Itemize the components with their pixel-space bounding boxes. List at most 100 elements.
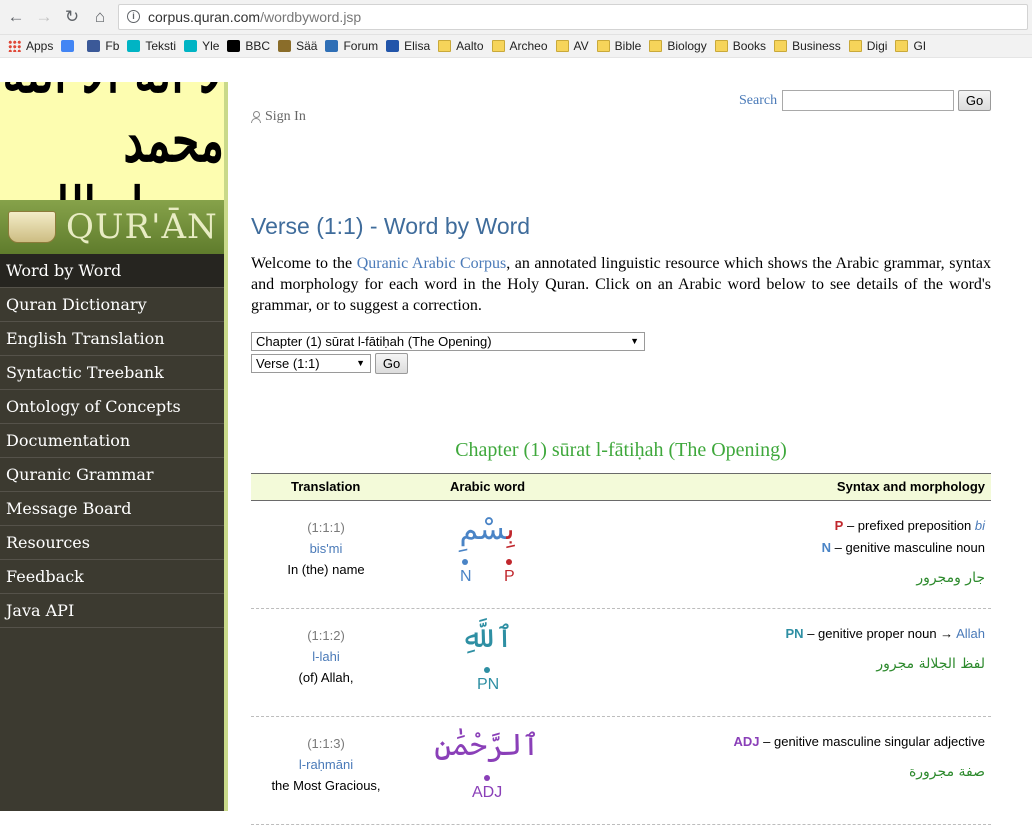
syntax-line: P – prefixed preposition bi bbox=[822, 515, 985, 537]
bookmark-label: Forum bbox=[343, 39, 379, 53]
search-input[interactable] bbox=[782, 90, 954, 111]
bookmark-label: Archeo bbox=[509, 39, 548, 53]
syntax-line: N – genitive masculine noun bbox=[822, 537, 985, 559]
sidebar-item-syntactic-treebank[interactable]: Syntactic Treebank bbox=[0, 356, 224, 390]
quranic-arabic-corpus-link[interactable]: Quranic Arabic Corpus bbox=[357, 255, 507, 272]
arabic-word[interactable]: بِسْمِ bbox=[421, 509, 553, 551]
bookmark-label: Apps bbox=[26, 39, 54, 53]
bookmark-label: GI bbox=[913, 39, 927, 53]
bbc-icon bbox=[227, 40, 241, 52]
syntax-line: PN – genitive proper noun → Allah bbox=[786, 623, 985, 645]
bookmark-label: BBC bbox=[245, 39, 271, 53]
browser-toolbar: ← → ↻ ⌂ i corpus.quran.com/wordbyword.js… bbox=[0, 0, 1032, 35]
table-row: (1:1:1) bis'mi In (the) name بِسْمِ P N P – pr… bbox=[251, 501, 991, 609]
arabic-segment: ٱللَّهِ bbox=[460, 620, 514, 655]
folder-icon bbox=[438, 40, 452, 52]
bookmark-item[interactable]: Yle bbox=[184, 35, 219, 57]
syntax-cell: PN – genitive proper noun → Allah لفظ الج… bbox=[786, 623, 985, 675]
bookmark-label: Business bbox=[792, 39, 841, 53]
pos-description: – genitive masculine singular adjective bbox=[759, 734, 985, 749]
forward-icon[interactable]: → bbox=[33, 6, 55, 28]
bookmark-item[interactable]: Archeo bbox=[491, 35, 548, 57]
segment-tag: P bbox=[504, 568, 515, 585]
arabic-word-cell[interactable]: ٱللَّهِ PN bbox=[421, 617, 553, 712]
apps-icon bbox=[8, 40, 21, 52]
bookmark-item[interactable]: AV bbox=[555, 35, 589, 57]
arabic-segment: ٱلرَّحْمَٰنِ bbox=[434, 728, 540, 763]
bookmark-item[interactable]: Fb bbox=[87, 35, 119, 57]
arabic-word[interactable]: ٱللَّهِ bbox=[421, 617, 553, 659]
sidebar-item-word-by-word[interactable]: Word by Word bbox=[0, 254, 224, 288]
page-top-gap bbox=[0, 57, 1032, 83]
bookmark-item[interactable]: GI bbox=[895, 35, 926, 57]
word-location[interactable]: (1:1:1) bbox=[251, 517, 401, 538]
info-icon[interactable]: i bbox=[127, 10, 140, 23]
home-icon[interactable]: ⌂ bbox=[89, 6, 111, 28]
folder-icon bbox=[649, 40, 663, 52]
sidebar-item-java-api[interactable]: Java API bbox=[0, 594, 224, 628]
bookmarks-bar: Apps Fb Teksti Yle BBC Sää Forum Elisa Aalto Arch… bbox=[0, 35, 1032, 57]
bookmark-item[interactable]: Digi bbox=[848, 35, 887, 57]
word-location[interactable]: (1:1:3) bbox=[251, 733, 401, 754]
reload-icon[interactable]: ↻ bbox=[61, 6, 83, 28]
sidebar-item-english-translation[interactable]: English Translation bbox=[0, 322, 224, 356]
verse-select[interactable]: Verse (1:1) ▼ bbox=[251, 354, 371, 373]
bookmark-item[interactable]: Aalto bbox=[438, 35, 484, 57]
chapter-select[interactable]: Chapter (1) sūrat l-fātiḥah (The Opening… bbox=[251, 332, 645, 351]
syntax-cell: ADJ – genitive masculine singular adject… bbox=[734, 731, 985, 783]
syntax-line: ADJ – genitive masculine singular adject… bbox=[734, 731, 985, 753]
bookmark-item[interactable]: BBC bbox=[227, 35, 270, 57]
quran-logo-text: QUR'ĀN bbox=[66, 207, 218, 247]
sidebar-item-documentation[interactable]: Documentation bbox=[0, 424, 224, 458]
intro-paragraph: Welcome to the Quranic Arabic Corpus, an… bbox=[251, 253, 991, 316]
arabic-syntax-text: لفظ الجلالة مجرور bbox=[876, 656, 985, 672]
shahada-calligraphy-banner: لا اله الا الله محمد رسول الله bbox=[0, 82, 224, 200]
bookmark-item[interactable]: Forum bbox=[325, 35, 378, 57]
url-text[interactable]: corpus.quran.com/wordbyword.jsp bbox=[148, 9, 361, 25]
lemma-link[interactable]: Allah bbox=[956, 626, 985, 641]
bookmark-label: AV bbox=[573, 39, 589, 53]
transliteration-link[interactable]: bis'mi bbox=[251, 538, 401, 559]
bookmark-item[interactable]: Elisa bbox=[386, 35, 430, 57]
bookmark-item[interactable] bbox=[61, 35, 79, 57]
transliteration-link[interactable]: l-raḥmāni bbox=[251, 754, 401, 775]
bookmark-item[interactable]: Teksti bbox=[127, 35, 176, 57]
segment-dot bbox=[462, 559, 468, 565]
sidebar-item-quranic-grammar[interactable]: Quranic Grammar bbox=[0, 458, 224, 492]
forum-icon bbox=[325, 40, 339, 52]
arabic-word[interactable]: ٱلرَّحْمَٰنِ bbox=[421, 725, 553, 767]
bookmark-item[interactable]: Bible bbox=[596, 35, 641, 57]
bookmark-item[interactable]: Biology bbox=[649, 35, 707, 57]
translation-text: (of) Allah, bbox=[298, 670, 354, 685]
bookmark-label: Sää bbox=[296, 39, 318, 53]
word-location[interactable]: (1:1:2) bbox=[251, 625, 401, 646]
verse-go-button[interactable]: Go bbox=[375, 353, 408, 374]
sidebar-nav: Word by Word Quran Dictionary English Tran… bbox=[0, 254, 224, 628]
folder-icon bbox=[491, 40, 505, 52]
translation-cell: (1:1:3) l-raḥmāni the Most Gracious, bbox=[251, 733, 401, 796]
segment-dot bbox=[506, 559, 512, 565]
transliteration-link[interactable]: l-lahi bbox=[251, 646, 401, 667]
sign-in-link[interactable]: Sign In bbox=[251, 109, 306, 125]
folder-icon bbox=[596, 40, 610, 52]
bookmark-item[interactable]: Apps bbox=[8, 35, 53, 57]
translation-cell: (1:1:2) l-lahi (of) Allah, bbox=[251, 625, 401, 688]
segment-dot bbox=[484, 775, 490, 781]
sidebar-item-resources[interactable]: Resources bbox=[0, 526, 224, 560]
arabic-word-cell[interactable]: ٱلرَّحْمَٰنِ ADJ bbox=[421, 725, 553, 820]
sidebar-item-quran-dictionary[interactable]: Quran Dictionary bbox=[0, 288, 224, 322]
folder-icon bbox=[848, 40, 862, 52]
sidebar-item-ontology-of-concepts[interactable]: Ontology of Concepts bbox=[0, 390, 224, 424]
sidebar-item-feedback[interactable]: Feedback bbox=[0, 560, 224, 594]
bookmark-item[interactable]: Sää bbox=[278, 35, 317, 57]
sidebar-item-message-board[interactable]: Message Board bbox=[0, 492, 224, 526]
bookmark-item[interactable]: Business bbox=[774, 35, 841, 57]
header-translation: Translation bbox=[291, 479, 361, 494]
back-icon[interactable]: ← bbox=[5, 6, 27, 28]
address-bar[interactable]: i corpus.quran.com/wordbyword.jsp bbox=[118, 4, 1028, 30]
quran-logo-banner[interactable]: QUR'ĀN bbox=[0, 200, 224, 254]
arabic-syntax-text: جار ومجرور bbox=[916, 570, 985, 586]
arabic-word-cell[interactable]: بِسْمِ P N bbox=[421, 509, 553, 604]
search-go-button[interactable]: Go bbox=[958, 90, 991, 111]
bookmark-item[interactable]: Books bbox=[714, 35, 766, 57]
